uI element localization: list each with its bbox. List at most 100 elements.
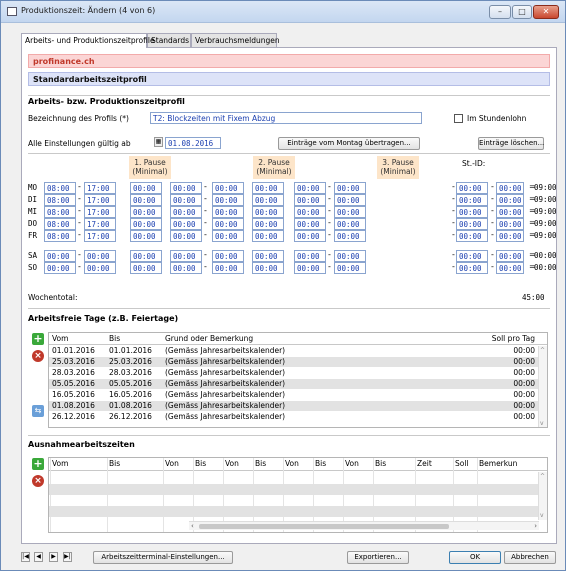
table-row[interactable]: 01.01.2016 01.01.2016 (Gemäss Jahresarbeit… (49, 346, 539, 356)
time-field[interactable]: 08:00 (44, 182, 76, 194)
time-field[interactable]: 00:00 (252, 206, 284, 218)
time-field[interactable]: 00:00 (294, 206, 326, 218)
exception-col-header[interactable]: Von (225, 459, 239, 468)
time-field[interactable]: 00:00 (294, 230, 326, 242)
time-field[interactable]: 00:00 (334, 218, 366, 230)
extra-from-field[interactable]: 00:00 (456, 206, 488, 218)
holiday-scrollbar[interactable]: ^ v (538, 346, 547, 427)
holiday-col-target[interactable]: Soll pro Tag (492, 334, 535, 343)
time-field[interactable]: 00:00 (170, 230, 202, 242)
exception-col-header[interactable]: Bis (255, 459, 266, 468)
extra-from-field[interactable]: 00:00 (456, 262, 488, 274)
time-field[interactable]: 17:00 (84, 182, 116, 194)
holiday-col-from[interactable]: Vom (52, 334, 68, 343)
time-field[interactable]: 00:00 (252, 194, 284, 206)
export-button[interactable]: Exportieren... (347, 551, 409, 564)
extra-from-field[interactable]: 00:00 (456, 250, 488, 262)
time-field[interactable]: 17:00 (84, 218, 116, 230)
tab-profiles[interactable]: Arbeits- und Produktionszeitprofile (21, 33, 155, 48)
time-field[interactable]: 00:00 (212, 230, 244, 242)
table-row[interactable]: 16.05.2016 16.05.2016 (Gemäss Jahresarbeit… (49, 390, 539, 400)
time-field[interactable]: 00:00 (170, 218, 202, 230)
extra-from-field[interactable]: 00:00 (456, 182, 488, 194)
delete-holiday-icon[interactable]: × (32, 350, 44, 362)
maximize-button[interactable]: □ (512, 5, 532, 19)
time-field[interactable]: 08:00 (44, 194, 76, 206)
extra-to-field[interactable]: 00:00 (496, 206, 524, 218)
time-field[interactable]: 00:00 (212, 194, 244, 206)
extra-from-field[interactable]: 00:00 (456, 218, 488, 230)
hourly-wage-checkbox[interactable] (454, 114, 463, 123)
time-field[interactable]: 00:00 (130, 182, 162, 194)
time-field[interactable]: 00:00 (294, 250, 326, 262)
exception-col-header[interactable]: Von (345, 459, 359, 468)
exception-col-header[interactable]: Von (285, 459, 299, 468)
time-field[interactable]: 00:00 (294, 194, 326, 206)
time-field[interactable]: 00:00 (170, 250, 202, 262)
holiday-col-to[interactable]: Bis (109, 334, 120, 343)
time-field[interactable]: 08:00 (44, 218, 76, 230)
terminal-settings-button[interactable]: Arbeitszeitterminal-Einstellungen... (93, 551, 233, 564)
ok-button[interactable]: OK (449, 551, 501, 564)
tab-consumption[interactable]: Verbrauchsmeldungen (191, 33, 280, 47)
time-field[interactable]: 00:00 (252, 182, 284, 194)
time-field[interactable]: 00:00 (170, 206, 202, 218)
first-record-button[interactable]: |◀ (21, 552, 30, 562)
time-field[interactable]: 00:00 (294, 182, 326, 194)
exception-col-header[interactable]: Bis (375, 459, 386, 468)
hscroll-thumb[interactable] (199, 524, 449, 529)
last-record-button[interactable]: ▶| (63, 552, 72, 562)
exception-col-header[interactable]: Bis (109, 459, 120, 468)
time-field[interactable]: 00:00 (84, 250, 116, 262)
exception-col-header[interactable]: Bemerkun (479, 459, 517, 468)
time-field[interactable]: 00:00 (212, 206, 244, 218)
exception-col-header[interactable]: Soll (455, 459, 469, 468)
time-field[interactable]: 00:00 (212, 262, 244, 274)
table-row[interactable]: 26.12.2016 26.12.2016 (Gemäss Jahresarbeit… (49, 412, 539, 422)
time-field[interactable]: 00:00 (170, 194, 202, 206)
add-holiday-icon[interactable]: + (32, 333, 44, 345)
time-field[interactable]: 00:00 (334, 182, 366, 194)
profile-name-input[interactable]: T2: Blockzeiten mit Fixem Abzug (150, 112, 422, 124)
time-field[interactable]: 00:00 (44, 262, 76, 274)
time-field[interactable]: 00:00 (170, 262, 202, 274)
time-field[interactable]: 00:00 (294, 218, 326, 230)
time-field[interactable]: 00:00 (334, 250, 366, 262)
exception-hscrollbar[interactable]: ‹ › (189, 521, 539, 530)
extra-from-field[interactable]: 00:00 (456, 194, 488, 206)
time-field[interactable]: 00:00 (44, 250, 76, 262)
extra-to-field[interactable]: 00:00 (496, 218, 524, 230)
time-field[interactable]: 00:00 (334, 206, 366, 218)
exception-col-header[interactable]: Bis (195, 459, 206, 468)
time-field[interactable]: 00:00 (252, 262, 284, 274)
time-field[interactable]: 00:00 (334, 194, 366, 206)
time-field[interactable]: 00:00 (334, 262, 366, 274)
copy-holiday-icon[interactable]: ⇆ (32, 405, 44, 417)
table-row[interactable]: 01.08.2016 01.08.2016 (Gemäss Jahresarbeit… (49, 401, 539, 411)
time-field[interactable]: 00:00 (212, 182, 244, 194)
time-field[interactable]: 00:00 (130, 218, 162, 230)
delete-entries-button[interactable]: Einträge löschen... (478, 137, 544, 150)
copy-monday-button[interactable]: Einträge vom Montag übertragen... (278, 137, 420, 150)
time-field[interactable]: 00:00 (212, 218, 244, 230)
exception-vscrollbar[interactable]: ^ v (538, 472, 547, 520)
exception-col-header[interactable]: Von (165, 459, 179, 468)
time-field[interactable]: 08:00 (44, 206, 76, 218)
time-field[interactable]: 17:00 (84, 230, 116, 242)
next-record-button[interactable]: ▶ (49, 552, 58, 562)
prev-record-button[interactable]: ◀ (34, 552, 43, 562)
extra-to-field[interactable]: 00:00 (496, 250, 524, 262)
time-field[interactable]: 00:00 (130, 250, 162, 262)
time-field[interactable]: 00:00 (170, 182, 202, 194)
exception-col-header[interactable]: Bis (315, 459, 326, 468)
time-field[interactable]: 00:00 (130, 262, 162, 274)
time-field[interactable]: 00:00 (294, 262, 326, 274)
extra-from-field[interactable]: 00:00 (456, 230, 488, 242)
cancel-button[interactable]: Abbrechen (504, 551, 556, 564)
time-field[interactable]: 17:00 (84, 206, 116, 218)
time-field[interactable]: 00:00 (334, 230, 366, 242)
delete-exception-icon[interactable]: × (32, 475, 44, 487)
table-row[interactable]: 25.03.2016 25.03.2016 (Gemäss Jahresarbeit… (49, 357, 539, 367)
time-field[interactable]: 17:00 (84, 194, 116, 206)
valid-from-input[interactable]: 01.08.2016 (165, 137, 221, 149)
